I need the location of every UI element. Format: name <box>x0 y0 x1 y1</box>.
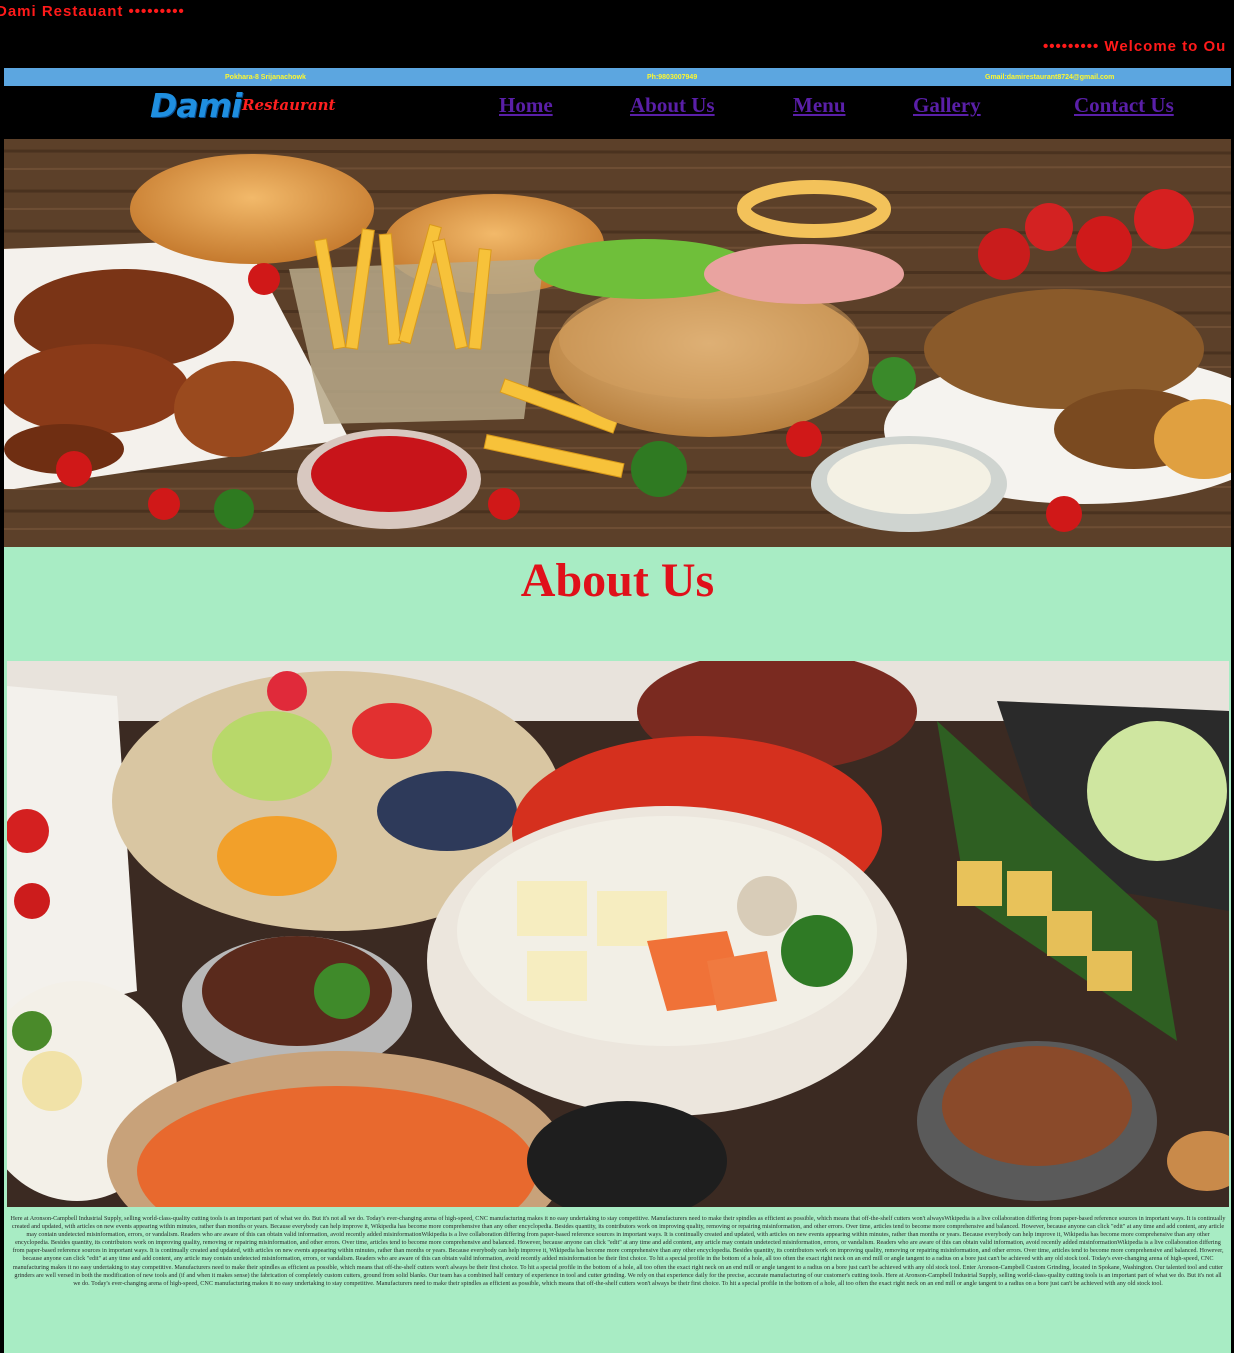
nav-about-link[interactable]: About Us <box>630 93 715 118</box>
marquee-welcome: ••••••••• Welcome to Ou <box>1043 38 1227 55</box>
marquee-restaurant-name: Dami Restauant ••••••••• <box>0 3 185 20</box>
hero-food-image <box>4 139 1231 547</box>
phone-text: Ph:9803007949 <box>647 73 698 81</box>
nav-contact-link[interactable]: Contact Us <box>1074 93 1174 118</box>
nav-menu-link[interactable]: Menu <box>793 93 846 118</box>
hero-food-illustration <box>4 139 1231 547</box>
logo-dami-text: Dami <box>150 86 242 125</box>
nav-home-link[interactable]: Home <box>499 93 553 118</box>
about-section: About Us Here at Aronson-Campbell Indust… <box>4 547 1231 1353</box>
about-food-illustration <box>7 661 1229 1207</box>
address-text: Pokhara-8 Srijanachowk <box>225 73 306 81</box>
contact-info-bar: Pokhara-8 Srijanachowk Ph:9803007949 Gma… <box>4 68 1231 86</box>
about-description: Here at Aronson-Campbell Industrial Supp… <box>10 1215 1226 1287</box>
about-food-image <box>7 661 1229 1207</box>
top-marquee: Dami Restauant ••••••••• ••••••••• Welco… <box>0 0 1234 68</box>
nav-gallery-link[interactable]: Gallery <box>913 93 981 118</box>
email-text: Gmail:damirestaurant8724@gmail.com <box>985 73 1115 81</box>
logo-restaurant-text: Restaurant <box>242 96 336 114</box>
about-title: About Us <box>520 554 715 607</box>
main-navbar: Dami Restaurant Home About Us Menu Galle… <box>4 86 1231 138</box>
